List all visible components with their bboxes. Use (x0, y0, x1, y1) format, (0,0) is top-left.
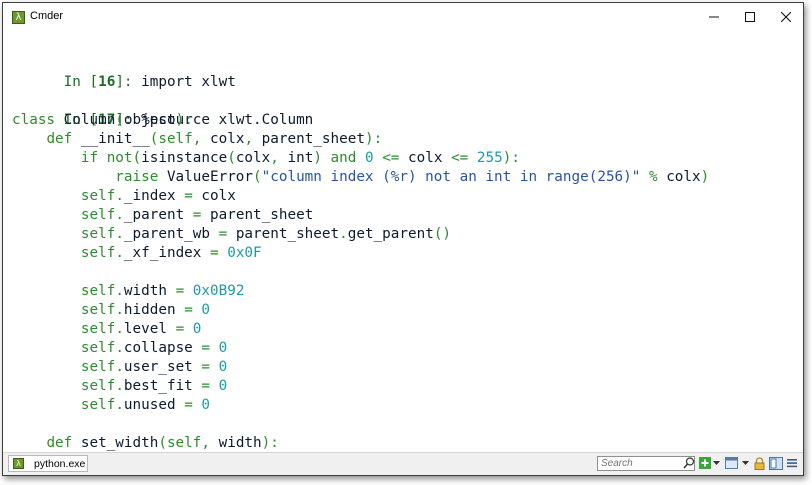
minimize-button[interactable] (696, 3, 732, 31)
console-output[interactable]: In [16]: import xlwt In [17]: %psource x… (3, 39, 803, 453)
code-line: self.user_set = 0 (80, 359, 228, 375)
cmder-lambda-icon: λ (13, 458, 24, 469)
lock-icon (754, 456, 765, 470)
dropdown-arrow-icon (742, 460, 749, 465)
cmder-window: λ Cmder In [16]: import xlwt In [17]: %p… (2, 2, 804, 476)
window-title: Cmder (30, 10, 64, 22)
code-line: self._parent = parent_sheet (80, 207, 314, 223)
code-line: class Column(object): (12, 112, 193, 128)
view-layout-dropdown[interactable] (742, 456, 749, 470)
code-line: def __init__(self, colx, parent_sheet): (46, 131, 383, 147)
menu-icon (787, 459, 797, 468)
view-layout-icon (725, 457, 738, 469)
code-line: self.unused = 0 (80, 397, 211, 413)
split-view-button[interactable] (769, 456, 783, 470)
close-button[interactable] (768, 3, 804, 31)
maximize-icon (745, 12, 755, 22)
lock-button[interactable] (754, 456, 765, 470)
code-line: self.collapse = 0 (80, 340, 228, 356)
split-view-icon (769, 456, 783, 470)
code-line: self.hidden = 0 (80, 302, 211, 318)
view-layout-button[interactable] (725, 456, 738, 470)
console-line: In [16]: import xlwt (12, 54, 236, 90)
tab-label: python.exe (34, 457, 86, 470)
input-prompt: In [ (63, 74, 99, 90)
prompt-number: 16 (98, 74, 116, 90)
console-tab-python[interactable]: λ python.exe (8, 455, 88, 472)
new-console-icon (699, 457, 711, 469)
dropdown-arrow-icon (713, 460, 720, 465)
code-line: self.level = 0 (80, 321, 202, 337)
cmder-lambda-icon[interactable]: λ (12, 11, 25, 24)
code-line: def set_width(self, width): (46, 435, 279, 451)
code-line: self._parent_wb = parent_sheet.get_paren… (80, 226, 452, 242)
code-line: if not(isinstance(colx, int) and 0 <= co… (80, 150, 520, 166)
title-bar[interactable]: λ Cmder (3, 3, 803, 31)
code-line: self._xf_index = 0x0F (80, 245, 262, 261)
code-line: self._index = colx (80, 188, 236, 204)
console-line: In [17]: %psource xlwt.Column (12, 92, 314, 128)
minimize-icon (709, 16, 719, 18)
search-input[interactable] (597, 456, 695, 471)
code-line: raise ValueError("column index (%r) not … (115, 169, 710, 185)
maximize-button[interactable] (732, 3, 768, 31)
status-bar: λ python.exe (3, 452, 803, 475)
search-icon[interactable] (682, 456, 696, 470)
new-console-button[interactable] (699, 456, 711, 470)
code-line: self.best_fit = 0 (80, 378, 228, 394)
menu-button[interactable] (787, 456, 797, 470)
close-icon (781, 12, 791, 22)
input-code: import xlwt (141, 74, 236, 90)
input-prompt-close: ]: (115, 74, 142, 90)
new-console-dropdown[interactable] (713, 456, 720, 470)
code-line: self.width = 0x0B92 (80, 283, 245, 299)
